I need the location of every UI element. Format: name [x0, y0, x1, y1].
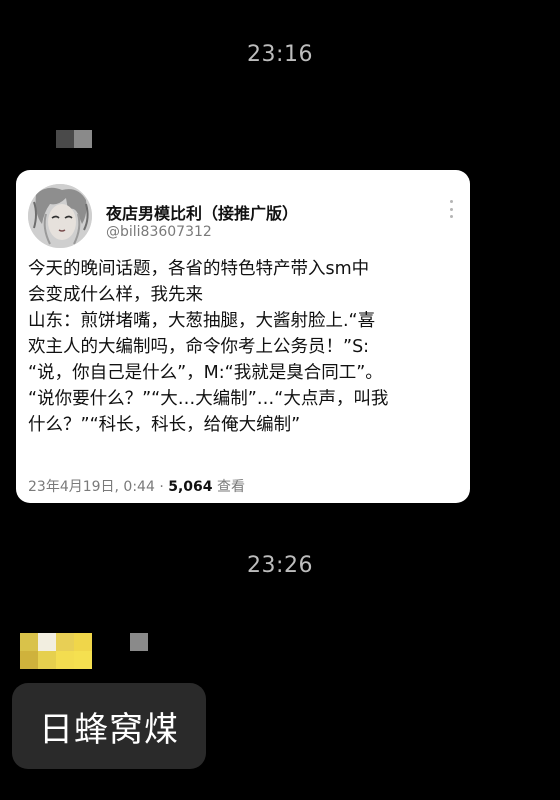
post-text-line: 今天的晚间话题，各省的特色特产带入sm中 [28, 259, 370, 279]
post-text-line: 欢主人的大编制吗，命令你考上公务员！”S: [28, 337, 370, 357]
message-bubble[interactable]: 日蜂窝煤 [12, 683, 206, 769]
post-text-line: 山东：煎饼堵嘴，大葱抽腿，大酱射脸上.“喜 [28, 311, 376, 331]
timestamp: 23:16 [247, 42, 313, 67]
post-meta: 23年4月19日, 0:44 · 5,064 查看 [28, 476, 245, 496]
post-author-name[interactable]: 夜店男模比利（接推广版） [106, 200, 298, 224]
post-body: 今天的晚间话题，各省的特色特产带入sm中 会变成什么样，我先来 山东：煎饼堵嘴，… [28, 256, 460, 438]
message-text: 日蜂窝煤 [39, 709, 179, 750]
avatar-icon [28, 184, 92, 248]
post-view-count: 5,064 [168, 479, 213, 495]
post-text-line: “说，你自己是什么”，M:“我就是臭合同工”。 [28, 363, 383, 383]
post-view-label: 查看 [216, 479, 245, 495]
timestamp: 23:26 [247, 553, 313, 578]
avatar[interactable] [28, 184, 92, 248]
post-text-line: “说你要什么？”“大…大编制”…“大点声，叫我 [28, 389, 389, 409]
sender-name-pixelated [130, 633, 148, 651]
post-text-line: 会变成什么样，我先来 [28, 285, 203, 305]
post-text-line: 什么？”“科长，科长，给俺大编制” [28, 415, 301, 435]
sender-name-pixelated [20, 633, 92, 669]
post-author-handle[interactable]: @bili83607312 [106, 224, 212, 240]
more-vertical-icon[interactable] [448, 200, 454, 218]
sender-name-pixelated [56, 130, 92, 148]
shared-post-card[interactable]: 夜店男模比利（接推广版） @bili83607312 今天的晚间话题，各省的特色… [16, 170, 470, 503]
post-date: 23年4月19日, 0:44 · [28, 479, 164, 495]
